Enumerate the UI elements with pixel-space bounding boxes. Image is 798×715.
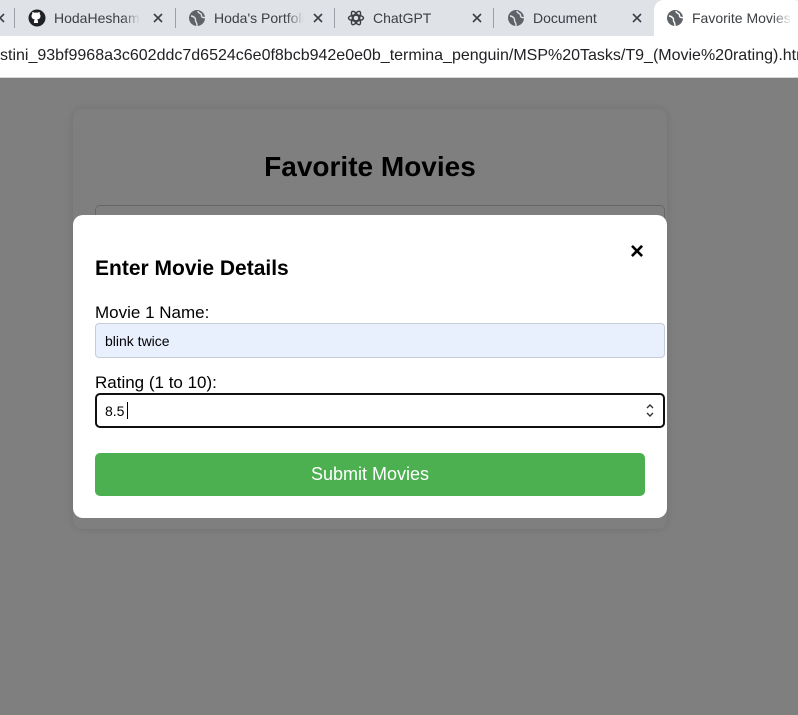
tab-title: Document (533, 10, 597, 26)
tab-separator (14, 8, 15, 28)
tab-portfolio[interactable]: Hoda's Portfolio (188, 0, 334, 36)
tab-separator (493, 8, 494, 28)
tab-title: ChatGPT (373, 10, 432, 26)
tab-document[interactable]: Document (507, 0, 653, 36)
rating-input-wrapper[interactable] (95, 393, 665, 428)
tab-partial[interactable] (0, 0, 10, 36)
submit-movies-button[interactable]: Submit Movies (95, 453, 645, 496)
tab-chatgpt[interactable]: ChatGPT (347, 0, 493, 36)
address-bar[interactable]: stini_93bf9968a3c602ddc7d6524c6e0f8bcb94… (0, 36, 798, 78)
tab-separator (175, 8, 176, 28)
tab-favorite-movies[interactable]: Favorite Movies (654, 0, 798, 36)
tab-separator (334, 8, 335, 28)
chatgpt-icon (347, 9, 365, 27)
close-icon[interactable]: × (626, 240, 648, 264)
tab-close-icon[interactable] (627, 8, 647, 28)
rating-input[interactable] (97, 395, 637, 426)
tab-title: Hoda's Portfolio (214, 10, 304, 26)
tab-close-icon[interactable] (467, 8, 487, 28)
tab-close-icon[interactable] (308, 8, 328, 28)
globe-icon (188, 9, 206, 27)
number-spinner-icon[interactable] (645, 401, 655, 420)
globe-icon (666, 9, 684, 27)
tab-close-icon[interactable] (148, 8, 168, 28)
page-content: Favorite Movies × Enter Movie Details Mo… (0, 78, 798, 715)
tab-close-icon[interactable] (0, 8, 10, 28)
browser-tab-bar: HodaHesham8 Hoda's Portfolio ChatGPT Doc… (0, 0, 798, 36)
movie-name-input[interactable] (95, 323, 665, 358)
text-caret (127, 402, 128, 419)
tab-title: HodaHesham8 (54, 10, 140, 26)
rating-label: Rating (1 to 10): (95, 373, 217, 392)
github-icon (28, 9, 46, 27)
movie-details-modal: × Enter Movie Details Movie 1 Name: Rati… (73, 215, 667, 518)
globe-icon (507, 9, 525, 27)
modal-title: Enter Movie Details (95, 257, 289, 280)
tab-title: Favorite Movies (692, 10, 791, 26)
movie-name-label: Movie 1 Name: (95, 303, 210, 322)
tab-github[interactable]: HodaHesham8 (28, 0, 174, 36)
url-text[interactable]: stini_93bf9968a3c602ddc7d6524c6e0f8bcb94… (0, 47, 798, 65)
